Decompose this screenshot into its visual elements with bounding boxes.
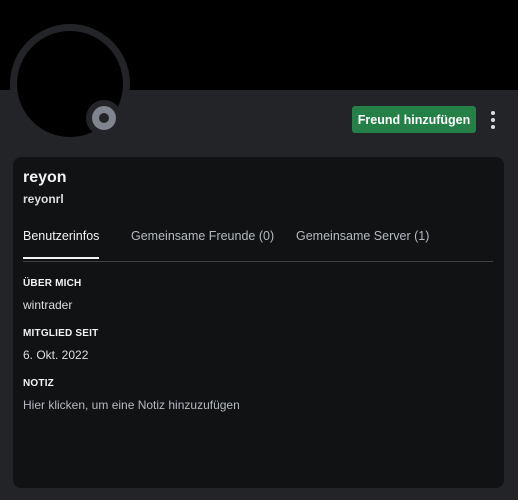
about-me-text: wintrader: [23, 298, 73, 312]
status-indicator: [86, 100, 122, 136]
add-friend-button[interactable]: Freund hinzufügen: [352, 106, 476, 133]
member-since-date: 6. Okt. 2022: [23, 348, 89, 362]
note-input[interactable]: Hier klicken, um eine Notiz hinzuzufügen: [23, 398, 240, 412]
user-profile-popout: Freund hinzufügen reyon reyonrl Benutzer…: [0, 0, 518, 500]
more-vertical-icon: [491, 125, 495, 129]
more-options-button[interactable]: [484, 106, 502, 134]
tab-mutual-friends[interactable]: Gemeinsame Freunde (0): [131, 229, 274, 257]
profile-tabs: Benutzerinfos Gemeinsame Freunde (0) Gem…: [23, 225, 493, 262]
display-name: reyon: [23, 169, 67, 186]
tab-mutual-servers[interactable]: Gemeinsame Server (1): [296, 229, 429, 257]
member-since-heading: MITGLIED SEIT: [23, 328, 99, 339]
profile-info-card: reyon reyonrl Benutzerinfos Gemeinsame F…: [13, 157, 504, 488]
about-me-heading: ÜBER MICH: [23, 278, 82, 289]
offline-status-icon: [92, 106, 116, 130]
tab-user-info[interactable]: Benutzerinfos: [23, 229, 100, 259]
more-vertical-icon: [491, 111, 495, 115]
note-heading: NOTIZ: [23, 378, 54, 389]
more-vertical-icon: [491, 118, 495, 122]
username: reyonrl: [23, 192, 64, 206]
